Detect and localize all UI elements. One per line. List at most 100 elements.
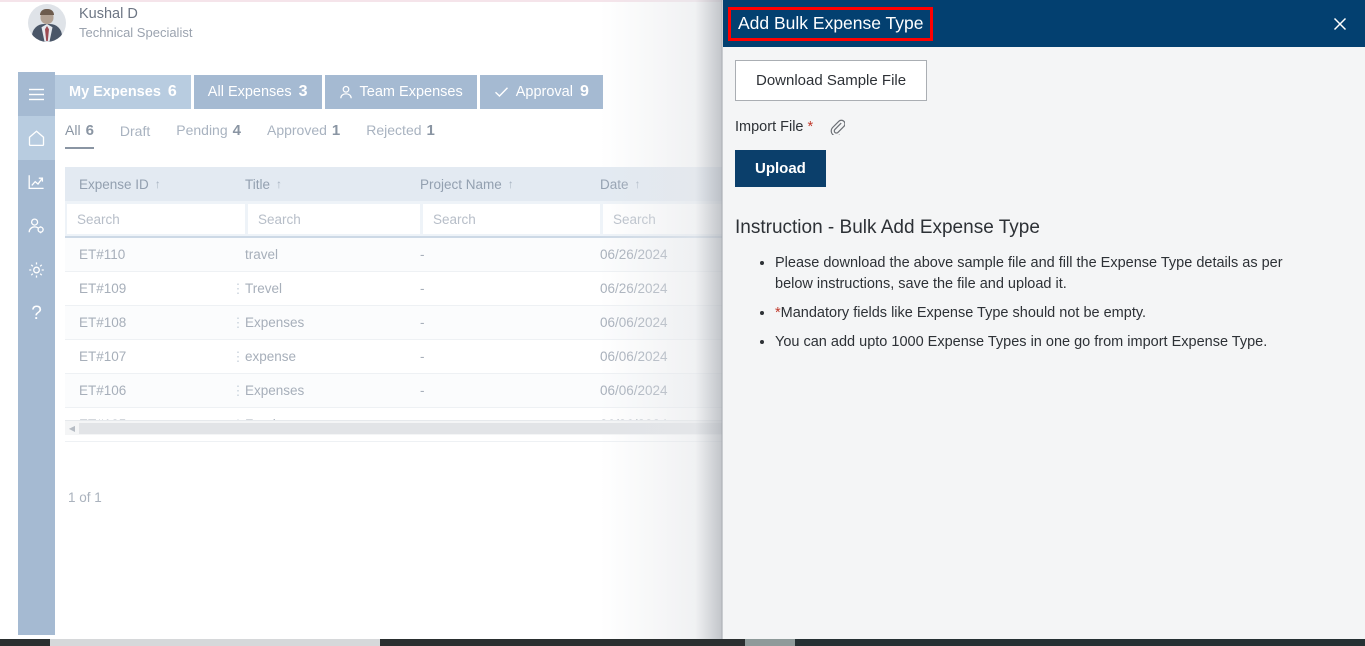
cell-expense-id: ET#108 ⋮ [65, 315, 245, 330]
sidebar-item-settings[interactable] [18, 248, 55, 292]
tab-label: All Expenses [207, 84, 292, 100]
user-profile: Kushal D Technical Specialist [28, 4, 192, 42]
subtab-approved[interactable]: Approved 1 [267, 122, 340, 149]
subtab-all[interactable]: All 6 [65, 122, 94, 149]
cell-project-name: - [420, 247, 425, 262]
cell-title: Trevel [245, 281, 283, 296]
table-row[interactable]: ET#109 ⋮ Trevel - 06/26/2024 [65, 272, 725, 306]
row-menu-icon[interactable]: ⋮ [231, 282, 245, 295]
subtab-count: 4 [232, 122, 241, 139]
user-gear-icon [27, 217, 46, 235]
subtab-label: Draft [119, 123, 151, 139]
table-row[interactable]: ET#110 travel - 06/26/2024 [65, 238, 725, 272]
subtab-draft[interactable]: Draft [120, 123, 150, 149]
instruction-text: Mandatory fields like Expense Type shoul… [780, 305, 1147, 322]
search-input-title[interactable] [248, 204, 420, 234]
bottom-edge-strip [0, 639, 1365, 646]
tab-count: 3 [298, 83, 308, 100]
download-sample-file-button[interactable]: Download Sample File [735, 60, 928, 101]
table-row[interactable]: ET#106 ⋮ Expenses - 06/06/2024 [65, 374, 725, 408]
table-search-row [65, 201, 725, 236]
cell-title: Expenses [245, 383, 305, 398]
cell-project-name: - [420, 315, 425, 330]
check-icon [494, 86, 509, 98]
import-file-label: Import File * [735, 118, 814, 135]
scrollbar-thumb[interactable] [79, 422, 724, 434]
cell-date: 06/26/2024 [600, 281, 668, 296]
question-mark-icon: ? [31, 303, 42, 324]
row-menu-icon[interactable]: ⋮ [231, 384, 245, 397]
tab-label: Approval [515, 84, 573, 100]
subtab-label: Pending [176, 122, 228, 138]
expense-id-text: ET#108 [79, 315, 127, 330]
close-icon[interactable] [1329, 13, 1351, 35]
cell-expense-id: ET#109 ⋮ [65, 281, 245, 296]
subtab-pending[interactable]: Pending 4 [176, 122, 241, 149]
upload-button[interactable]: Upload [735, 150, 826, 187]
subtab-count: 1 [426, 122, 435, 139]
column-header-title[interactable]: Title ↑ [245, 177, 420, 192]
search-input-expense-id[interactable] [67, 204, 245, 234]
sidebar-item-menu[interactable] [18, 72, 55, 116]
column-header-project-name[interactable]: Project Name ↑ [420, 177, 600, 192]
sort-arrow-icon: ↑ [634, 177, 641, 191]
subtab-label: All [65, 122, 81, 138]
import-file-row: Import File * [735, 118, 1353, 135]
tab-my-expenses[interactable]: My Expenses 6 [55, 75, 191, 109]
tab-all-expenses[interactable]: All Expenses 3 [193, 75, 322, 109]
search-input-project-name[interactable] [423, 204, 600, 234]
sidebar-item-help[interactable]: ? [18, 292, 55, 336]
subtab-label: Approved [266, 122, 327, 138]
column-label: Project Name [420, 176, 502, 192]
row-menu-icon[interactable]: ⋮ [231, 316, 245, 329]
instruction-title: Instruction - Bulk Add Expense Type [735, 217, 1040, 238]
required-asterisk: * [807, 118, 814, 135]
profile-role: Technical Specialist [79, 24, 193, 40]
search-input-date[interactable] [603, 204, 725, 234]
app-root: Kushal D Technical Specialist ? My Expen… [0, 0, 1365, 646]
expense-tabs: My Expenses 6 All Expenses 3 Team Expens… [55, 75, 603, 109]
tab-count: 9 [579, 83, 589, 100]
table-row[interactable]: ET#108 ⋮ Expenses - 06/06/2024 [65, 306, 725, 340]
table-row[interactable]: ET#107 ⋮ expense - 06/06/2024 [65, 340, 725, 374]
cell-title: expense [245, 349, 297, 364]
paperclip-icon[interactable] [829, 118, 846, 135]
tab-team-expenses[interactable]: Team Expenses [324, 75, 477, 109]
tab-count: 6 [167, 83, 177, 100]
subtab-count: 6 [85, 122, 94, 139]
hamburger-menu-icon [28, 88, 45, 101]
expense-id-text: ET#107 [79, 349, 127, 364]
pagination-info: 1 of 1 [68, 490, 102, 505]
subtab-label: Rejected [366, 122, 422, 138]
horizontal-scrollbar[interactable]: ◀ [65, 420, 725, 435]
sidebar-item-analytics[interactable] [18, 160, 55, 204]
add-bulk-expense-type-dialog: Add Bulk Expense Type Download Sample Fi… [722, 0, 1365, 639]
tab-approval[interactable]: Approval 9 [479, 75, 603, 109]
trending-chart-icon [27, 173, 46, 191]
person-icon [339, 85, 353, 100]
expenses-table: Expense ID ↑ Title ↑ Project Name ↑ Date… [65, 167, 725, 442]
sidebar-item-user-settings[interactable] [18, 204, 55, 248]
table-header-row: Expense ID ↑ Title ↑ Project Name ↑ Date… [65, 167, 725, 201]
sidebar-item-home[interactable] [18, 116, 55, 160]
column-label: Title [245, 176, 271, 192]
cell-date: 06/26/2024 [600, 247, 668, 262]
sort-arrow-icon: ↑ [276, 177, 283, 191]
cell-project-name: - [420, 383, 425, 398]
column-label: Expense ID [79, 176, 149, 192]
scroll-left-arrow-icon[interactable]: ◀ [65, 424, 79, 433]
cell-expense-id: ET#106 ⋮ [65, 383, 245, 398]
profile-name: Kushal D [79, 5, 138, 22]
dialog-title-highlight: Add Bulk Expense Type [728, 7, 933, 41]
expense-id-text: ET#109 [79, 281, 127, 296]
status-subtabs: All 6 Draft Pending 4 Approved 1 Rejecte… [65, 122, 435, 149]
subtab-rejected[interactable]: Rejected 1 [366, 122, 435, 149]
avatar [28, 4, 66, 42]
column-header-date[interactable]: Date ↑ [600, 177, 725, 192]
cell-project-name: - [420, 281, 425, 296]
cell-title: travel [245, 247, 279, 262]
column-header-expense-id[interactable]: Expense ID ↑ [65, 177, 245, 192]
expense-id-text: ET#106 [79, 383, 127, 398]
row-menu-icon[interactable]: ⋮ [231, 350, 245, 363]
sort-arrow-icon: ↑ [507, 177, 514, 191]
